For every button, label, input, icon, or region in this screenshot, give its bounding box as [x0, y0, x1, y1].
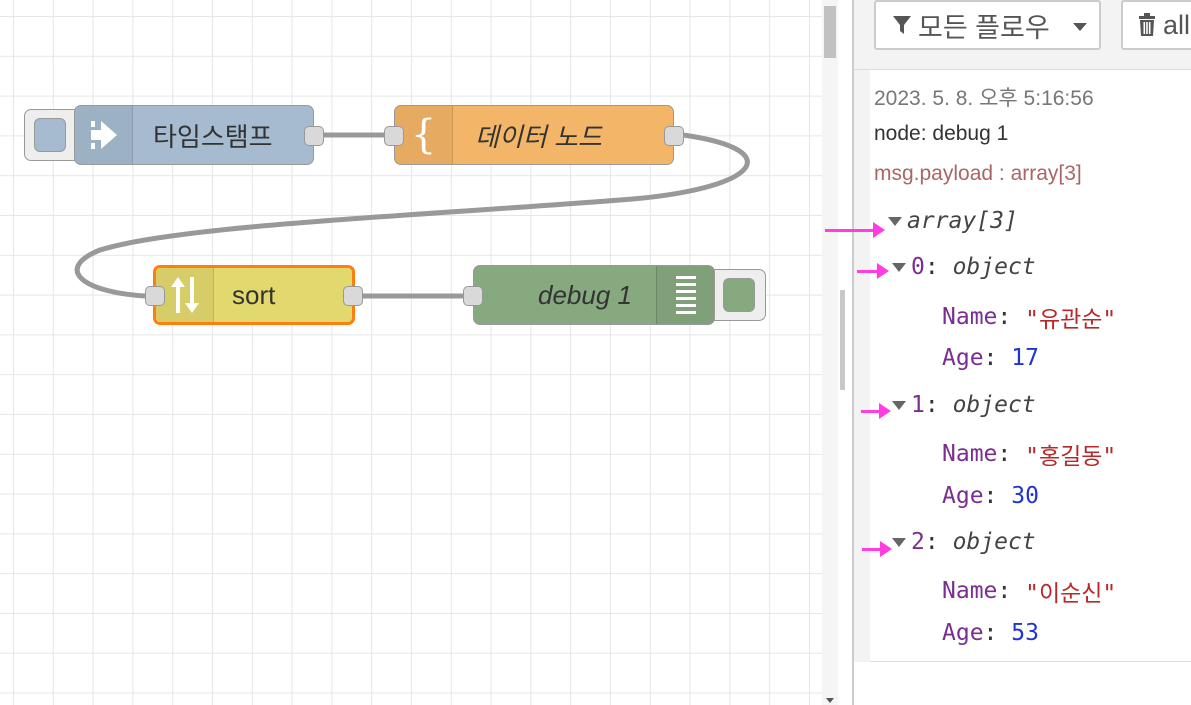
tree-item-type: object [952, 254, 1036, 280]
change-output-port[interactable] [664, 126, 684, 146]
change-node-label: 데이터 노드 [475, 121, 602, 152]
prop-value: 17 [1011, 345, 1039, 371]
tree-root[interactable]: array[3] [888, 208, 1018, 234]
prop-value: 30 [1011, 483, 1039, 509]
filter-icon [893, 16, 911, 34]
tree-item-index: 0 [911, 254, 925, 280]
prop-key: Age [942, 345, 984, 371]
inject-node[interactable]: 타임스탬프 [74, 105, 324, 165]
prop-value: "이순신" [1025, 581, 1117, 607]
tree-item-0[interactable]: 0 : object [892, 254, 1036, 280]
expand-triangle-icon[interactable] [892, 400, 906, 410]
tree-item-type: object [952, 529, 1036, 555]
tree-prop-age: Age : 30 [942, 483, 1039, 509]
sort-node[interactable]: sort [145, 265, 363, 325]
message-topic[interactable]: msg.payload : array[3] [874, 162, 1082, 186]
inject-trigger-inner[interactable] [34, 118, 66, 152]
annotation-arrow [861, 403, 891, 419]
list-icon [656, 266, 714, 324]
debug-node[interactable]: debug 1 [463, 265, 715, 325]
debug-input-port[interactable] [463, 286, 483, 306]
trash-icon [1139, 13, 1155, 36]
prop-key: Age [942, 620, 984, 646]
filter-flows-label: 모든 플로우 [918, 12, 1050, 43]
tree-prop-age: Age : 17 [942, 345, 1039, 371]
arrow-in-icon [75, 106, 133, 164]
debug-node-label: debug 1 [538, 279, 632, 310]
sort-input-port[interactable] [145, 286, 165, 306]
sort-node-label: sort [232, 279, 276, 310]
sort-output-port[interactable] [343, 286, 363, 306]
clear-messages-label: all [1163, 9, 1191, 40]
expand-triangle-icon[interactable] [892, 262, 906, 272]
chevron-down-icon [1073, 23, 1087, 31]
tree-prop-name: Name : "홍길동" [942, 437, 1116, 471]
change-node[interactable]: { 데이터 노드 [384, 105, 684, 165]
debug-toggle-inner[interactable] [723, 278, 755, 312]
prop-key: Name [942, 304, 998, 330]
message-node-name[interactable]: node: debug 1 [874, 122, 1008, 146]
workspace-scrollbar-thumb[interactable] [824, 6, 836, 58]
prop-value: "유관순" [1025, 307, 1117, 333]
tree-item-2[interactable]: 2 : object [892, 529, 1036, 555]
message-timestamp: 2023. 5. 8. 오후 5:16:56 [874, 87, 1094, 110]
prop-key: Name [942, 441, 998, 467]
tree-prop-name: Name : "유관순" [942, 300, 1116, 334]
tree-item-1[interactable]: 1 : object [892, 392, 1036, 418]
sidebar-divider[interactable] [838, 0, 854, 705]
scroll-down-arrow-icon[interactable] [826, 698, 834, 703]
expand-triangle-icon[interactable] [892, 537, 906, 547]
expand-triangle-icon[interactable] [888, 216, 902, 226]
tree-prop-age: Age : 53 [942, 620, 1039, 646]
inject-node-label: 타임스탬프 [153, 121, 273, 152]
workspace-scrollbar[interactable] [822, 0, 838, 705]
annotation-arrow [825, 222, 885, 238]
flow-workspace[interactable]: 타임스탬프 { 데이터 노드 sort debug 1 [0, 0, 822, 705]
inject-output-port[interactable] [304, 126, 324, 146]
clear-messages-button[interactable]: all [1121, 0, 1191, 50]
debug-toolbar: 모든 플로우 all [854, 0, 1191, 70]
tree-item-index: 2 [911, 529, 925, 555]
message-gutter [854, 70, 870, 662]
annotation-arrow [862, 541, 892, 557]
filter-flows-button[interactable]: 모든 플로우 [874, 0, 1101, 50]
sidebar-resize-handle[interactable] [840, 290, 845, 390]
tree-prop-name: Name : "이순신" [942, 574, 1116, 608]
tree-item-index: 1 [911, 392, 925, 418]
prop-value: 53 [1011, 620, 1039, 646]
prop-key: Name [942, 578, 998, 604]
tree-root-type: array[3] [907, 208, 1018, 234]
debug-message: 2023. 5. 8. 오후 5:16:56 node: debug 1 msg… [870, 70, 1191, 662]
prop-value: "홍길동" [1025, 444, 1117, 470]
change-input-port[interactable] [384, 126, 404, 146]
prop-key: Age [942, 483, 984, 509]
annotation-arrow [857, 263, 889, 279]
tree-item-type: object [952, 392, 1036, 418]
